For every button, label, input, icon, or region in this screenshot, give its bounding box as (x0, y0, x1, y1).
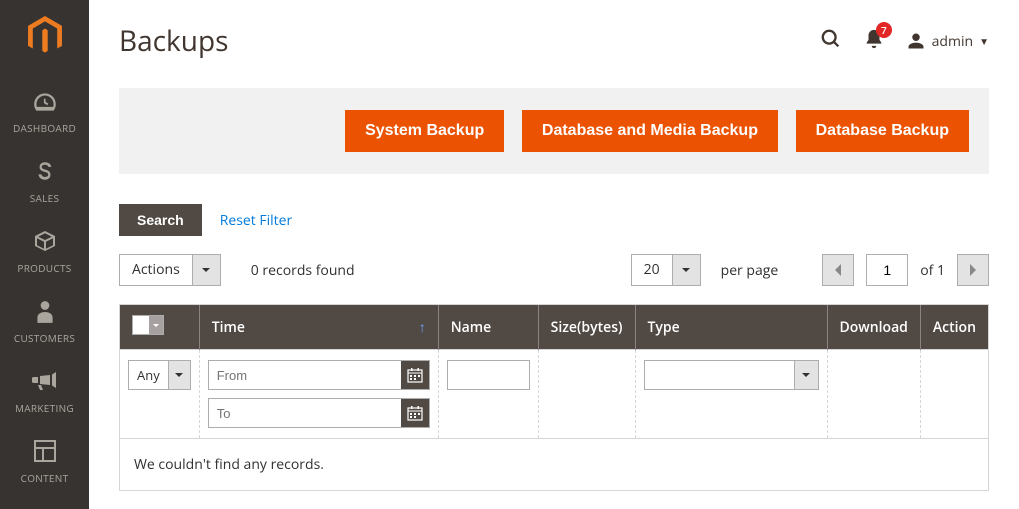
chevron-down-icon (192, 255, 220, 285)
select-all-header[interactable] (120, 305, 199, 350)
dollar-icon (0, 159, 89, 187)
nav-label: CUSTOMERS (0, 331, 89, 345)
filter-date-to[interactable] (208, 398, 430, 428)
date-to-input[interactable] (209, 406, 401, 421)
filter-date-from[interactable] (208, 360, 430, 390)
grid-header-row: Time ↑ Name Size(bytes) Type Download Ac… (120, 305, 988, 350)
nav-content[interactable]: CONTENT (0, 431, 89, 501)
nav-label: MARKETING (0, 401, 89, 415)
notification-badge: 7 (876, 22, 892, 38)
grid-filter-row: Any (120, 350, 988, 439)
search-button[interactable]: Search (119, 204, 202, 236)
chevron-down-icon (149, 316, 163, 334)
empty-grid-message: We couldn't find any records. (120, 438, 988, 490)
column-type[interactable]: Type (635, 305, 827, 350)
nav-sales[interactable]: SALES (0, 151, 89, 221)
search-icon (820, 28, 842, 50)
nav-products[interactable]: PRODUCTS (0, 221, 89, 291)
current-page-input[interactable] (866, 254, 908, 286)
box-icon (0, 229, 89, 257)
column-name[interactable]: Name (438, 305, 538, 350)
grid-toolbar: Actions 0 records found 20 per page of 1 (119, 254, 989, 286)
date-from-input[interactable] (209, 368, 401, 383)
database-media-backup-button[interactable]: Database and Media Backup (522, 110, 778, 152)
chevron-right-icon (968, 264, 978, 276)
user-icon (906, 31, 926, 51)
page-size-select[interactable]: 20 (631, 254, 701, 286)
column-time[interactable]: Time ↑ (199, 305, 438, 350)
column-download: Download (827, 305, 920, 350)
magento-logo-icon (27, 16, 63, 56)
calendar-icon[interactable] (401, 361, 429, 389)
header-actions: 7 admin ▼ (820, 28, 989, 55)
admin-sidebar: DASHBOARD SALES PRODUCTS CUSTOMERS MARKE… (0, 0, 89, 509)
chevron-down-icon: ▼ (979, 34, 989, 48)
action-button-bar: System Backup Database and Media Backup … (119, 88, 989, 174)
filter-controls: Search Reset Filter (119, 204, 989, 236)
notifications-button[interactable]: 7 (864, 28, 884, 55)
column-size[interactable]: Size(bytes) (538, 305, 635, 350)
chevron-down-icon (794, 361, 818, 389)
calendar-icon[interactable] (401, 399, 429, 427)
page-title: Backups (119, 22, 228, 60)
database-backup-button[interactable]: Database Backup (796, 110, 969, 152)
actions-dropdown[interactable]: Actions (119, 254, 221, 286)
page-header: Backups 7 admin ▼ (119, 0, 989, 70)
filter-type-select[interactable] (644, 360, 819, 390)
per-page-label: per page (721, 261, 779, 280)
nav-dashboard[interactable]: DASHBOARD (0, 81, 89, 151)
filter-select-any[interactable]: Any (128, 360, 191, 390)
nav-label: CONTENT (0, 471, 89, 485)
nav-label: PRODUCTS (0, 261, 89, 275)
page-size-value: 20 (632, 255, 672, 285)
records-found-text: 0 records found (251, 261, 355, 280)
nav-label: SALES (0, 191, 89, 205)
chevron-left-icon (833, 264, 843, 276)
sort-ascending-icon: ↑ (419, 318, 426, 337)
nav-label: DASHBOARD (0, 121, 89, 135)
magento-logo[interactable] (0, 0, 89, 81)
megaphone-icon (0, 369, 89, 397)
prev-page-button[interactable] (822, 254, 854, 286)
total-pages-text: of 1 (920, 261, 945, 280)
next-page-button[interactable] (957, 254, 989, 286)
actions-label: Actions (120, 255, 192, 285)
select-all-checkbox[interactable] (132, 315, 164, 335)
chevron-down-icon (168, 361, 190, 389)
backups-grid: Time ↑ Name Size(bytes) Type Download Ac… (119, 304, 989, 491)
gauge-icon (0, 89, 89, 117)
pagination: of 1 (822, 254, 989, 286)
layout-icon (0, 439, 89, 467)
chevron-down-icon (672, 255, 700, 285)
filter-name-input[interactable] (447, 360, 530, 390)
main-content: Backups 7 admin ▼ System Backup Database… (89, 0, 1019, 491)
person-icon (0, 299, 89, 327)
search-button[interactable] (820, 28, 842, 55)
nav-reports[interactable]: REPORTS (0, 501, 89, 509)
admin-username: admin (932, 32, 973, 51)
admin-user-menu[interactable]: admin ▼ (906, 31, 989, 51)
column-action: Action (920, 305, 988, 350)
nav-customers[interactable]: CUSTOMERS (0, 291, 89, 361)
reset-filter-link[interactable]: Reset Filter (220, 211, 293, 230)
nav-marketing[interactable]: MARKETING (0, 361, 89, 431)
system-backup-button[interactable]: System Backup (345, 110, 504, 152)
